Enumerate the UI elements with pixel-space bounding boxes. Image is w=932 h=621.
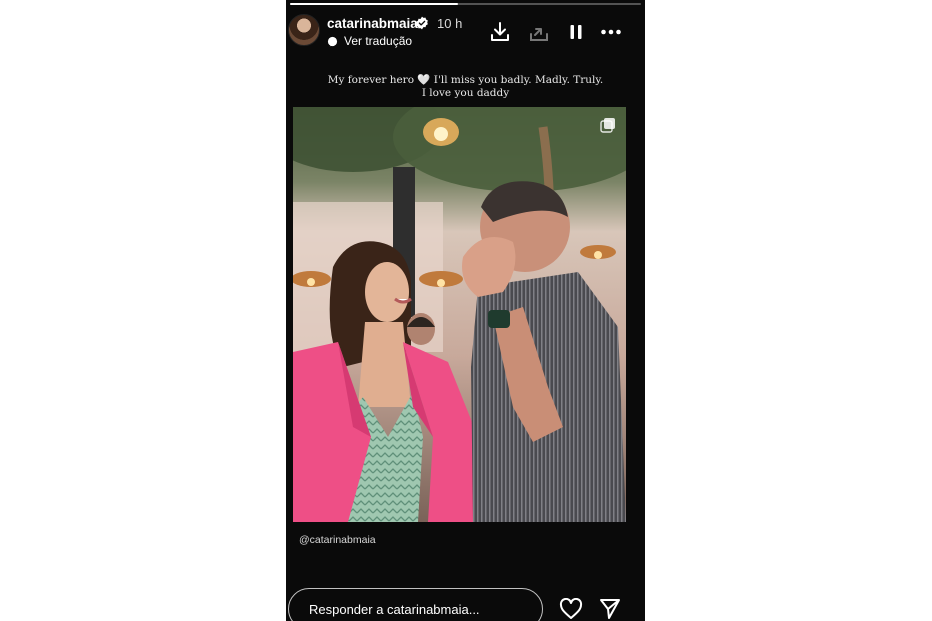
timestamp: 10 h <box>437 16 463 31</box>
translate-label: Ver tradução <box>344 34 413 48</box>
story-photo <box>293 107 626 522</box>
share-icon[interactable] <box>527 20 551 44</box>
story-caption: My forever hero 🤍 I'll miss you badly. M… <box>306 74 625 100</box>
send-icon[interactable] <box>599 598 621 620</box>
translate-icon <box>327 36 338 47</box>
story-header: catarinabmaia 10 h Ver tradução <box>286 10 645 54</box>
story-progress-fill <box>290 3 459 5</box>
more-options-icon[interactable] <box>599 20 623 44</box>
caption-text-part2: I'll miss you badly. Madly. Truly. <box>433 74 604 86</box>
white-heart-emoji: 🤍 <box>417 74 431 86</box>
story-progress-bar <box>290 3 641 5</box>
translate-link[interactable]: Ver tradução <box>327 34 412 48</box>
reply-input[interactable]: Responder a catarinabmaia... <box>288 588 543 621</box>
caption-text-line2: I love you daddy <box>421 87 510 99</box>
download-icon[interactable] <box>488 20 512 44</box>
photo-illustration <box>293 107 626 522</box>
reply-placeholder: Responder a catarinabmaia... <box>309 602 480 617</box>
story-viewer: catarinabmaia 10 h Ver tradução My forev… <box>286 0 645 621</box>
verified-badge-icon <box>416 16 428 30</box>
username[interactable]: catarinabmaia <box>327 16 418 31</box>
mention-tag[interactable]: @catarinabmaia <box>299 534 376 546</box>
multiple-photos-icon <box>600 118 615 133</box>
caption-text-part1: My forever hero <box>327 74 415 86</box>
avatar[interactable] <box>288 14 320 46</box>
pause-icon[interactable] <box>564 20 588 44</box>
heart-icon[interactable] <box>559 598 583 620</box>
